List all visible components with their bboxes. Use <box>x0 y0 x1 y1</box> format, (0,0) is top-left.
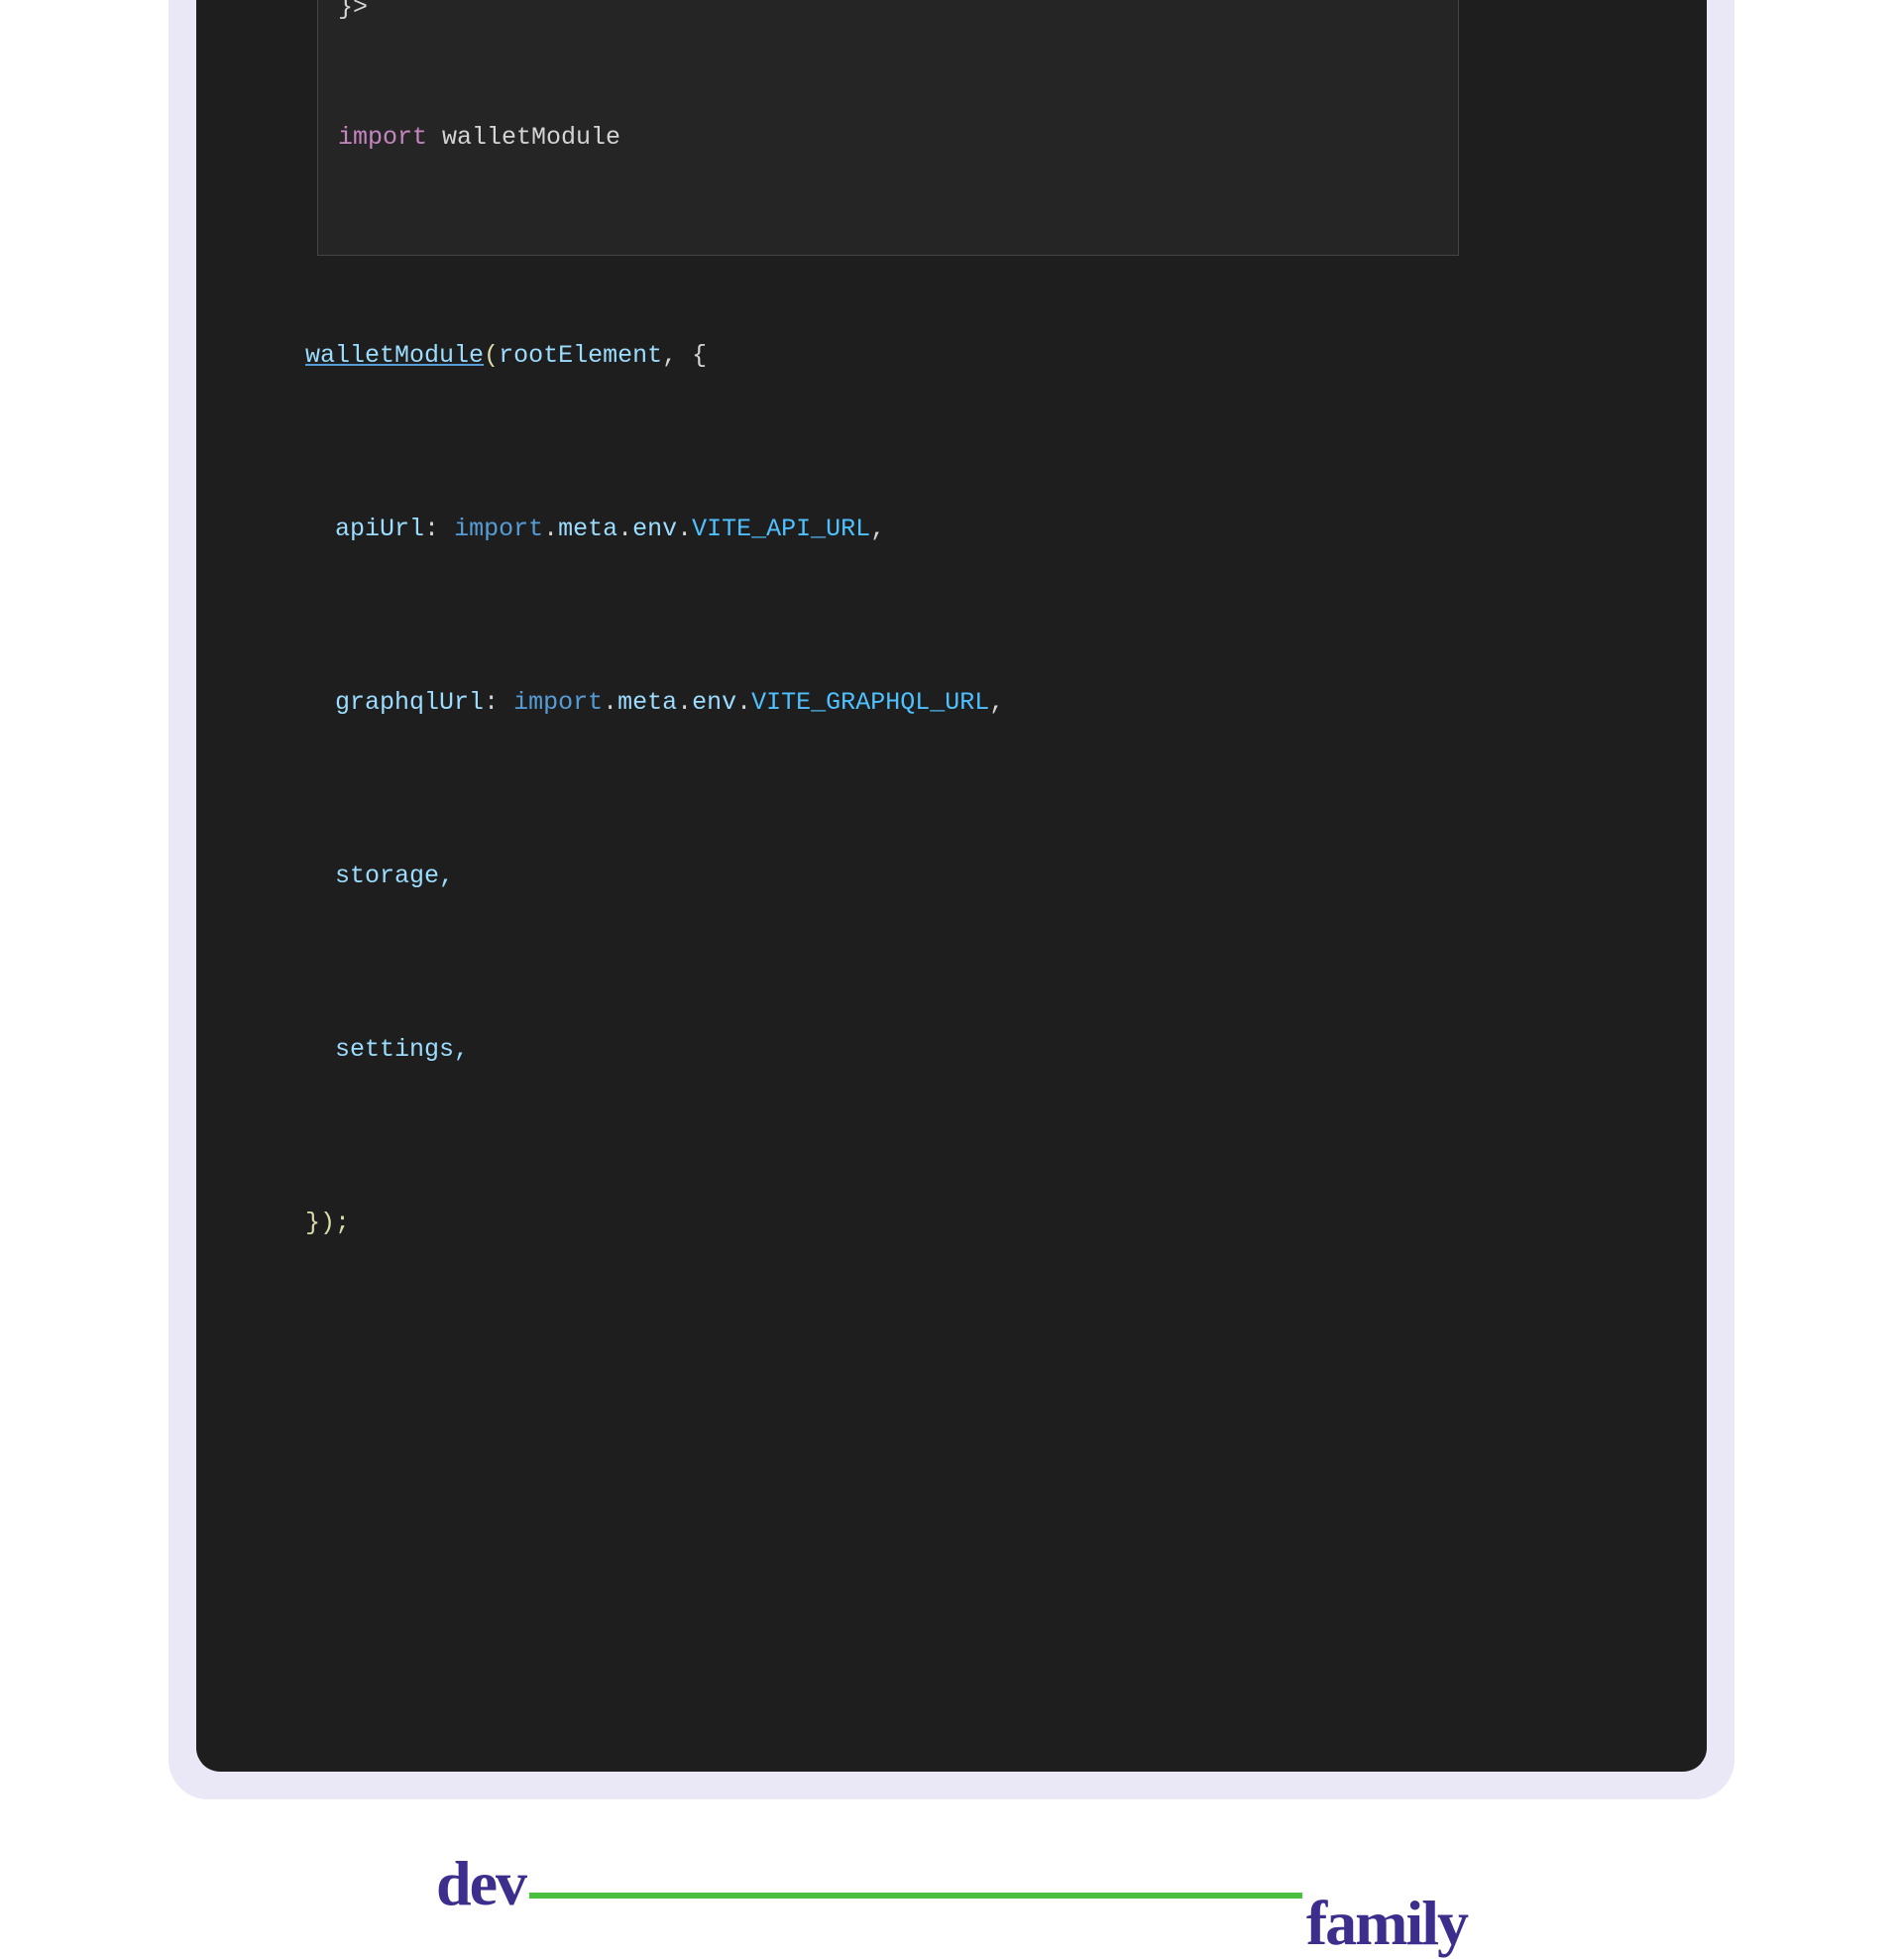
main-code-area: (() tr walletModule(rootElement, { apiUr… <box>246 0 1657 1636</box>
tooltip-line-7: import walletModule <box>338 116 1438 160</box>
code-card-wrapper: (() tr walletModule(rootElement, { apiUr… <box>168 0 1735 1799</box>
logo-divider-line <box>529 1893 1302 1899</box>
settings-key: settings, <box>305 1035 469 1064</box>
code-storage-line: storage, <box>246 855 1657 898</box>
code-close-line: }); <box>246 1202 1657 1245</box>
tooltip-import-keyword: import <box>338 123 427 152</box>
vite-graphql-url: VITE_GRAPHQL_URL <box>751 688 989 717</box>
dev-family-logo: dev family <box>436 1847 1467 1920</box>
code-settings-line: settings, <box>246 1028 1657 1072</box>
root-element-arg: rootElement <box>499 341 662 370</box>
storage-key: storage, <box>305 862 454 890</box>
tooltip-line-6: }> <box>338 0 1438 30</box>
logo-dev-text: dev <box>436 1847 525 1920</box>
intellisense-tooltip[interactable]: (alias) walletModule(container: HTMLElem… <box>317 0 1459 256</box>
logo-family-text: family <box>1306 1887 1467 1960</box>
code-editor-block: (() tr walletModule(rootElement, { apiUr… <box>196 0 1707 1772</box>
code-apiurl-line: apiUrl: import.meta.env.VITE_API_URL, <box>246 508 1657 551</box>
vite-api-url: VITE_API_URL <box>692 515 870 543</box>
wallet-module-call: walletModule <box>305 341 484 370</box>
code-call-line: walletModule(rootElement, { <box>246 334 1657 378</box>
graphql-key: graphqlUrl <box>335 688 484 717</box>
apiurl-key: apiUrl <box>335 515 424 543</box>
code-graphql-line: graphqlUrl: import.meta.env.VITE_GRAPHQL… <box>246 681 1657 725</box>
code-content: (() tr walletModule(rootElement, { apiUr… <box>246 0 1657 1722</box>
